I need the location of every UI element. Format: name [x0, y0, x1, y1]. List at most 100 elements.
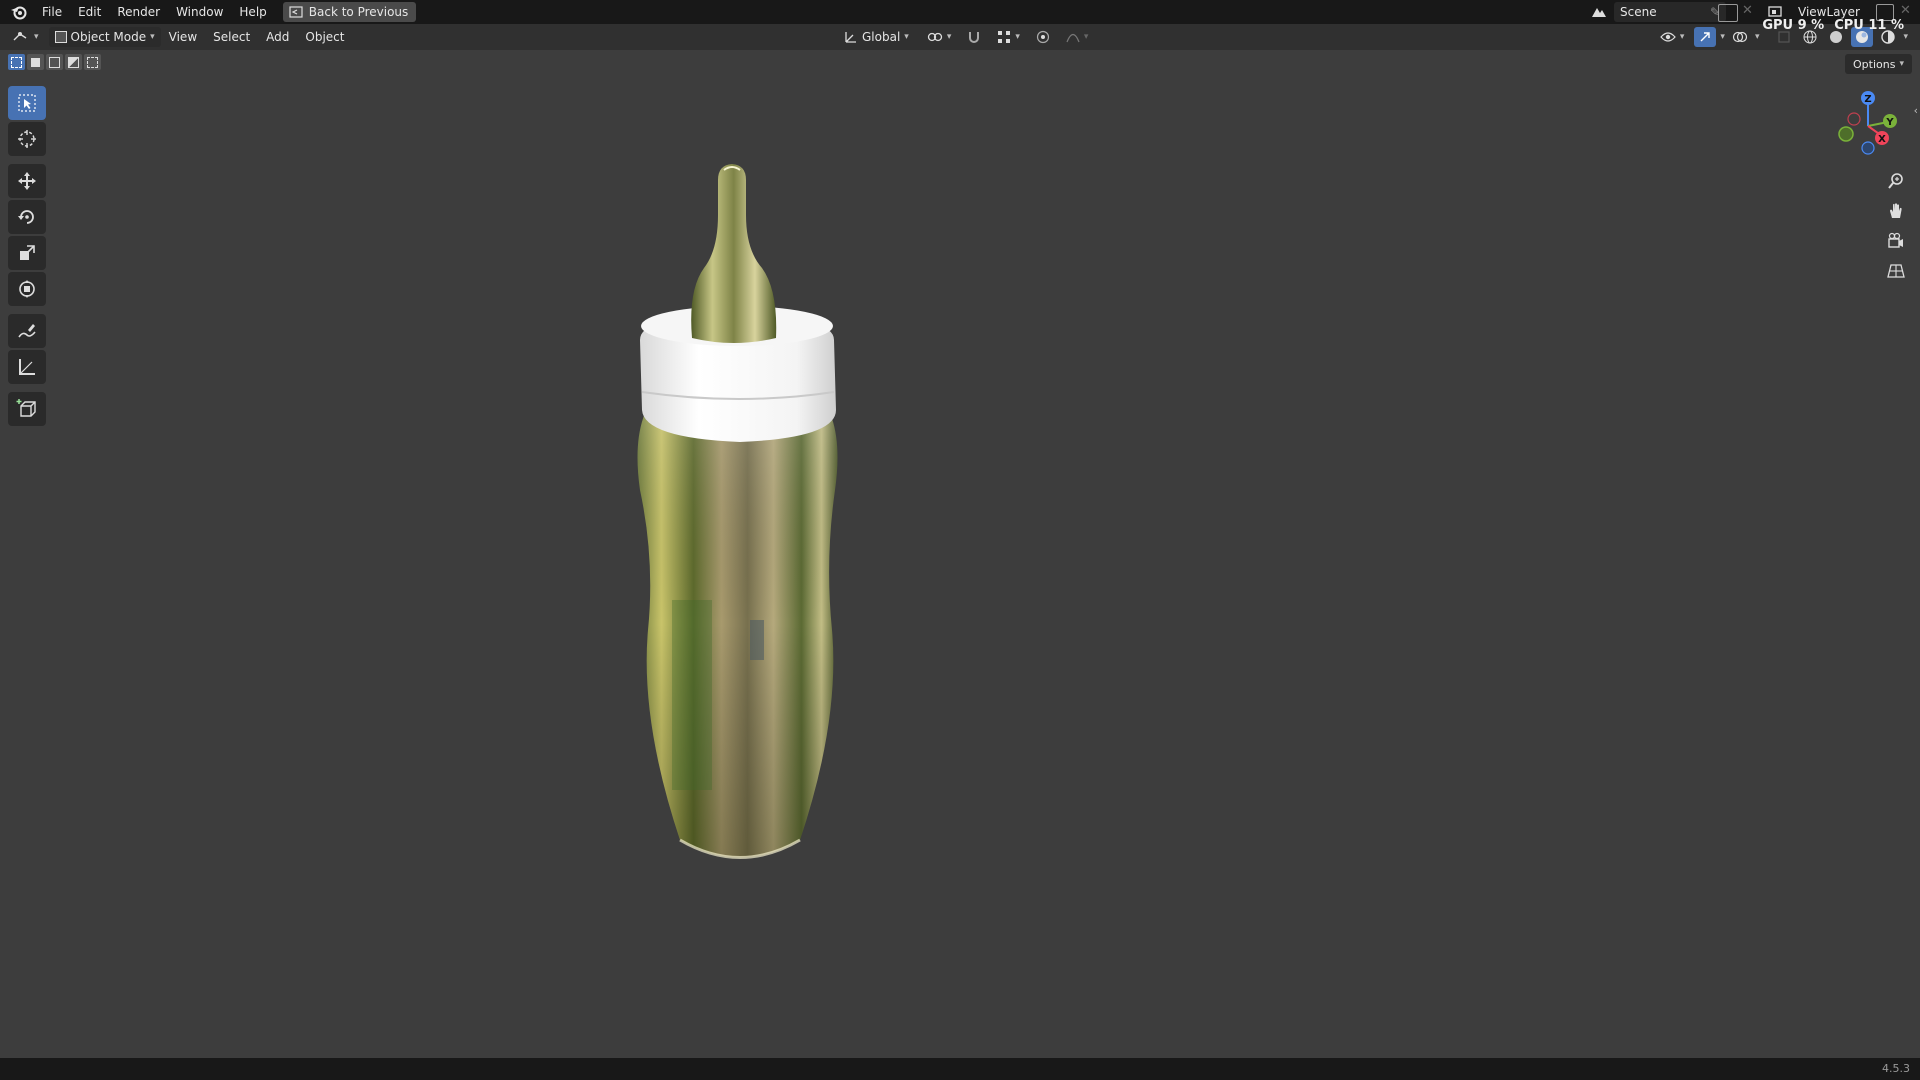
proportional-edit-toggle[interactable]	[1032, 27, 1054, 47]
chevron-down-icon[interactable]: ▾	[1755, 32, 1760, 42]
chevron-down-icon: ▾	[1679, 32, 1685, 42]
falloff-select[interactable]: ▾	[1060, 27, 1095, 47]
bottle-reflection	[672, 600, 712, 790]
move-icon	[18, 172, 36, 190]
hand-icon	[1890, 203, 1902, 218]
overlays-toggle[interactable]	[1729, 27, 1751, 47]
chevron-down-icon: ▾	[904, 32, 909, 42]
navigation-gizmo[interactable]: Z Y X	[1824, 86, 1914, 166]
snap-toggle[interactable]	[963, 27, 985, 47]
editor-type-selector[interactable]: ▾	[6, 27, 45, 47]
view-layer-name: ViewLayer	[1798, 5, 1860, 19]
add-cube-icon	[16, 399, 36, 417]
transform-tools-group: Global ▾ ▾ ▾ ▾	[838, 27, 1094, 47]
status-bar: 4.5.3	[0, 1058, 1920, 1080]
select-mode-subtract-icon[interactable]	[46, 54, 63, 70]
chevron-down-icon: ▾	[150, 32, 155, 42]
select-mode-invert-icon[interactable]	[65, 54, 82, 70]
select-mode-set-icon[interactable]	[8, 54, 25, 70]
chevron-down-icon: ▾	[34, 32, 39, 42]
menu-file[interactable]: File	[34, 0, 70, 24]
perspective-toggle-button[interactable]	[1882, 258, 1910, 284]
menu-edit[interactable]: Edit	[70, 0, 109, 24]
viewport-editor-icon	[13, 32, 27, 41]
rotate-icon	[18, 210, 34, 224]
transform-orientation-select[interactable]: Global ▾	[838, 27, 915, 47]
performance-stats: GPU 9 % CPU 11 %	[1762, 18, 1904, 33]
remove-scene-icon[interactable]: ✕	[1742, 3, 1753, 18]
selection-mode-buttons	[8, 54, 101, 70]
top-menu-bar: File Edit Render Window Help Back to Pre…	[0, 0, 1920, 24]
tool-cursor[interactable]	[8, 122, 46, 156]
zoom-button[interactable]	[1882, 168, 1910, 194]
select-mode-extend-icon[interactable]	[27, 54, 44, 70]
tool-move[interactable]	[8, 164, 46, 198]
snap-target-select[interactable]: ▾	[991, 27, 1026, 47]
transform-icon	[19, 280, 35, 298]
chevron-down-icon[interactable]: ▾	[1903, 32, 1908, 42]
gizmo-z-label: Z	[1864, 94, 1871, 105]
scene-name-field[interactable]: Scene ✎	[1614, 2, 1726, 22]
zoom-magnifier-icon	[1888, 173, 1903, 189]
header-menu-object[interactable]: Object	[297, 30, 352, 44]
blender-logo-icon[interactable]	[8, 1, 30, 23]
options-dropdown[interactable]: Options ▾	[1845, 54, 1912, 74]
bottle-nipple	[691, 164, 777, 343]
header-menu-add[interactable]: Add	[258, 30, 297, 44]
falloff-curve-icon	[1066, 33, 1080, 43]
pan-button[interactable]	[1882, 198, 1910, 224]
menu-render[interactable]: Render	[109, 0, 168, 24]
cpu-usage: CPU 11 %	[1834, 18, 1904, 33]
remove-view-layer-icon[interactable]: ✕	[1900, 3, 1911, 18]
gizmo-toggle[interactable]	[1694, 27, 1717, 47]
tool-scale[interactable]	[8, 236, 46, 270]
back-to-previous-button[interactable]: Back to Previous	[282, 2, 417, 22]
chevron-down-icon[interactable]: ▾	[1720, 32, 1725, 42]
tool-transform[interactable]	[8, 272, 46, 306]
chevron-down-icon: ▾	[1899, 59, 1904, 69]
object-mode-icon	[54, 31, 67, 43]
chevron-down-icon: ▾	[1083, 32, 1089, 42]
back-to-previous-label: Back to Previous	[308, 5, 409, 19]
tool-rotate[interactable]	[8, 200, 46, 234]
scene-name: Scene	[1620, 5, 1657, 19]
scene-icon[interactable]	[1586, 3, 1612, 21]
menu-help[interactable]: Help	[231, 0, 274, 24]
tool-add-cube[interactable]	[8, 392, 46, 426]
grid-perspective-icon	[1887, 264, 1905, 278]
viewport-header: ▾ Object Mode ▾ View Select Add Object G…	[0, 24, 1920, 50]
eye-icon	[1660, 32, 1676, 42]
snap-grid-icon	[998, 31, 1011, 43]
camera-view-button[interactable]	[1882, 228, 1910, 254]
gizmo-icon	[1700, 32, 1711, 42]
annotate-pen-icon	[18, 324, 36, 338]
camera-icon	[1888, 232, 1903, 248]
sidebar-expand-arrow-icon[interactable]: ‹	[1914, 104, 1918, 117]
header-menu-view[interactable]: View	[161, 30, 205, 44]
overlays-icon	[1732, 31, 1748, 43]
object-mode-select[interactable]: Object Mode ▾	[48, 27, 161, 47]
back-icon	[289, 6, 303, 18]
menu-window[interactable]: Window	[168, 0, 231, 24]
transform-orientation-label: Global	[862, 30, 901, 44]
orientation-icon	[845, 32, 856, 43]
pivot-icon	[927, 32, 942, 42]
chevron-down-icon: ▾	[946, 32, 952, 42]
tool-select-box[interactable]	[8, 86, 46, 120]
ruler-icon	[19, 359, 35, 375]
visibility-select[interactable]: ▾	[1654, 27, 1691, 47]
gizmo-y-label: Y	[1885, 117, 1894, 128]
tool-annotate[interactable]	[8, 314, 46, 348]
select-mode-intersect-icon[interactable]	[84, 54, 101, 70]
gizmo-x-label: X	[1878, 134, 1886, 145]
new-scene-icon[interactable]	[1718, 4, 1738, 22]
header-menu-select[interactable]: Select	[205, 30, 258, 44]
tool-measure[interactable]	[8, 350, 46, 384]
pivot-point-select[interactable]: ▾	[921, 27, 958, 47]
select-box-icon	[18, 94, 36, 112]
gpu-usage: GPU 9 %	[1762, 18, 1825, 33]
cursor-icon	[18, 130, 36, 148]
baby-bottle-object[interactable]	[600, 160, 940, 880]
bottle-reflection	[750, 620, 764, 660]
proportional-edit-icon	[1036, 30, 1049, 44]
